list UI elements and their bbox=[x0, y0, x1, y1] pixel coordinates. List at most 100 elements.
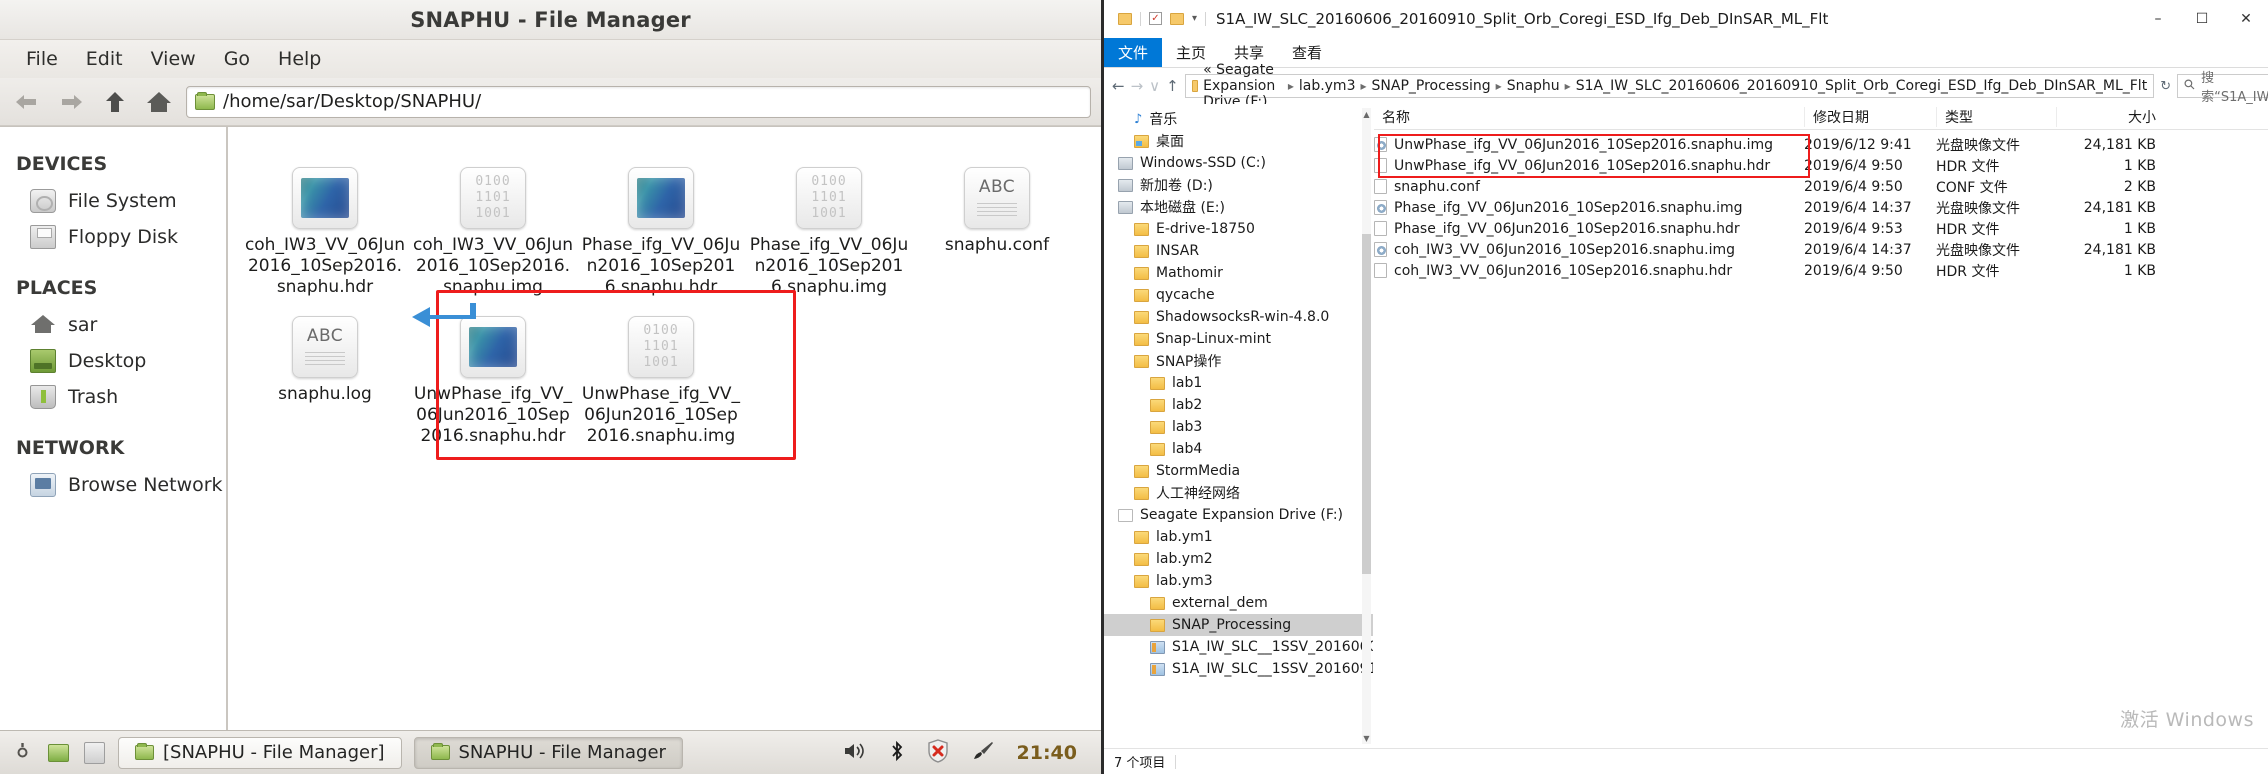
file-item[interactable]: 0100 1101 1001 Phase_ifg_VV_06Jun2016_10Se… bbox=[746, 153, 912, 298]
tree-node[interactable]: 人工神经网络 bbox=[1104, 482, 1373, 504]
sidebar-item-trash[interactable]: Trash bbox=[0, 379, 226, 415]
breadcrumb-item[interactable]: SNAP_Processing bbox=[1372, 78, 1491, 94]
up-icon[interactable] bbox=[98, 85, 132, 119]
properties-checkbox-icon[interactable]: ✓ bbox=[1149, 12, 1162, 25]
table-row[interactable]: coh_IW3_VV_06Jun2016_10Sep2016.snaphu.hd… bbox=[1374, 260, 2268, 281]
path-input[interactable]: /home/sar/Desktop/SNAPHU/ bbox=[186, 85, 1091, 118]
close-button[interactable]: ✕ bbox=[2224, 1, 2268, 37]
column-header-type[interactable]: 类型 bbox=[1936, 106, 2056, 127]
settings-gear-icon[interactable] bbox=[10, 741, 34, 765]
menu-file[interactable]: File bbox=[14, 45, 70, 73]
breadcrumb-item[interactable]: « Seagate Expansion Drive (F:) bbox=[1203, 62, 1283, 110]
menu-edit[interactable]: Edit bbox=[74, 45, 135, 73]
file-item[interactable]: 0100 1101 1001 coh_IW3_VV_06Jun2016_10Sep2… bbox=[410, 153, 576, 298]
linux-icon-view[interactable]: coh_IW3_VV_06Jun2016_10Sep2016.snaphu.hd… bbox=[228, 127, 1101, 730]
back-icon[interactable] bbox=[10, 85, 44, 119]
tree-node[interactable]: lab.ym1 bbox=[1104, 526, 1373, 548]
volume-icon[interactable] bbox=[843, 741, 867, 765]
menu-go[interactable]: Go bbox=[212, 45, 262, 73]
file-item[interactable]: ABC snaphu.conf bbox=[914, 153, 1080, 298]
file-item[interactable]: coh_IW3_VV_06Jun2016_10Sep2016.snaphu.hd… bbox=[242, 153, 408, 298]
tree-node[interactable]: lab4 bbox=[1104, 438, 1373, 460]
folder-icon[interactable] bbox=[1118, 12, 1132, 25]
taskbar-button-label: SNAPHU - File Manager bbox=[458, 742, 666, 763]
column-header-size[interactable]: 大小 bbox=[2056, 106, 2166, 127]
tree-node[interactable]: Mathomir bbox=[1104, 262, 1373, 284]
tree-node[interactable]: E-drive-18750 bbox=[1104, 218, 1373, 240]
sidebar-item-floppy-disk[interactable]: Floppy Disk bbox=[0, 219, 226, 255]
tree-node[interactable]: ♪ 音乐 bbox=[1104, 108, 1373, 130]
table-row[interactable]: UnwPhase_ifg_VV_06Jun2016_10Sep2016.snap… bbox=[1374, 155, 2268, 176]
home-icon[interactable] bbox=[142, 85, 176, 119]
scroll-down-icon[interactable]: ▼ bbox=[1362, 732, 1371, 744]
tree-node[interactable]: lab.ym2 bbox=[1104, 548, 1373, 570]
tree-node[interactable]: 新加卷 (D:) bbox=[1104, 174, 1373, 196]
sidebar-item-sar[interactable]: sar bbox=[0, 307, 226, 343]
tree-node[interactable]: external_dem bbox=[1104, 592, 1373, 614]
brush-icon[interactable] bbox=[971, 740, 995, 766]
tab-file[interactable]: 文件 bbox=[1104, 38, 1163, 67]
forward-icon[interactable] bbox=[54, 85, 88, 119]
tree-node[interactable]: StormMedia bbox=[1104, 460, 1373, 482]
search-input[interactable]: 搜索“S1A_IW_SL... bbox=[2177, 71, 2268, 105]
back-icon[interactable]: ← bbox=[1112, 75, 1125, 97]
file-item-selected[interactable]: 0100 1101 1001 UnwPhase_ifg_VV_06Jun2016_1… bbox=[578, 302, 744, 447]
file-item[interactable]: ABC snaphu.log bbox=[242, 302, 408, 447]
tree-node[interactable]: INSAR bbox=[1104, 240, 1373, 262]
column-header-name[interactable]: 名称 bbox=[1374, 107, 1804, 127]
forward-icon[interactable]: → bbox=[1131, 75, 1144, 97]
file-list-pane[interactable]: 名称 修改日期 类型 大小 UnwPhase_ifg_VV_06Jun2016_… bbox=[1374, 104, 2268, 748]
breadcrumb-item[interactable]: Snaphu bbox=[1507, 78, 1560, 94]
bluetooth-icon[interactable] bbox=[889, 740, 905, 766]
sidebar-item-desktop[interactable]: Desktop bbox=[0, 343, 226, 379]
new-folder-icon[interactable] bbox=[1170, 12, 1184, 25]
breadcrumb-item[interactable]: lab.ym3 bbox=[1299, 78, 1356, 94]
menu-view[interactable]: View bbox=[139, 45, 208, 73]
tree-node[interactable]: qycache bbox=[1104, 284, 1373, 306]
tree-node[interactable]: lab3 bbox=[1104, 416, 1373, 438]
search-icon bbox=[2184, 79, 2195, 94]
customize-caret-icon[interactable]: ▾ bbox=[1192, 13, 1197, 24]
terminal-launcher-icon[interactable] bbox=[82, 741, 106, 765]
tree-node[interactable]: lab2 bbox=[1104, 394, 1373, 416]
tree-node[interactable]: Windows-SSD (C:) bbox=[1104, 152, 1373, 174]
table-row[interactable]: UnwPhase_ifg_VV_06Jun2016_10Sep2016.snap… bbox=[1374, 134, 2268, 155]
tree-node[interactable]: S1A_IW_SLC__1SSV_20160910T12254 bbox=[1104, 658, 1373, 680]
tree-node[interactable]: SNAP操作 bbox=[1104, 350, 1373, 372]
scroll-up-icon[interactable]: ▲ bbox=[1362, 108, 1371, 120]
table-row[interactable]: snaphu.conf 2019/6/4 9:50 CONF 文件 2 KB bbox=[1374, 176, 2268, 197]
navigation-tree[interactable]: ▲ ▼ ♪ 音乐 桌面 Windows-SSD (C:) 新加卷 (D:) 本地磁盘 (E… bbox=[1104, 104, 1374, 748]
table-row[interactable]: Phase_ifg_VV_06Jun2016_10Sep2016.snaphu.… bbox=[1374, 197, 2268, 218]
file-item[interactable]: Phase_ifg_VV_06Jun2016_10Sep2016.snaphu.… bbox=[578, 153, 744, 298]
column-header-date[interactable]: 修改日期 bbox=[1804, 106, 1936, 127]
maximize-button[interactable]: ☐ bbox=[2180, 1, 2224, 37]
tree-scrollbar-thumb[interactable] bbox=[1362, 234, 1371, 574]
tree-node[interactable]: SNAP_Processing bbox=[1104, 614, 1373, 636]
sidebar-item-file-system[interactable]: File System bbox=[0, 183, 226, 219]
menu-help[interactable]: Help bbox=[266, 45, 333, 73]
sidebar-item-label: Floppy Disk bbox=[68, 226, 179, 248]
tree-node[interactable]: S1A_IW_SLC__1SSV_20160606T12253 bbox=[1104, 636, 1373, 658]
shield-warning-icon[interactable] bbox=[927, 738, 949, 767]
refresh-icon[interactable]: ↻ bbox=[2160, 76, 2171, 96]
tree-node[interactable]: Seagate Expansion Drive (F:) bbox=[1104, 504, 1373, 526]
tree-node[interactable]: 本地磁盘 (E:) bbox=[1104, 196, 1373, 218]
taskbar-button-window-2[interactable]: SNAPHU - File Manager bbox=[413, 736, 683, 769]
table-row[interactable]: coh_IW3_VV_06Jun2016_10Sep2016.snaphu.im… bbox=[1374, 239, 2268, 260]
tree-node[interactable]: Snap-Linux-mint bbox=[1104, 328, 1373, 350]
tree-node-label: E-drive-18750 bbox=[1156, 221, 1255, 237]
tree-node[interactable]: ShadowsocksR-win-4.8.0 bbox=[1104, 306, 1373, 328]
tab-view[interactable]: 查看 bbox=[1278, 38, 1336, 67]
breadcrumb-item[interactable]: S1A_IW_SLC_20160606_20160910_Split_Orb_C… bbox=[1576, 78, 2147, 94]
minimize-button[interactable]: – bbox=[2136, 1, 2180, 37]
taskbar-button-window-1[interactable]: [SNAPHU - File Manager] bbox=[118, 736, 402, 769]
tree-node[interactable]: lab1 bbox=[1104, 372, 1373, 394]
tree-node[interactable]: lab.ym3 bbox=[1104, 570, 1373, 592]
up-icon[interactable]: ↑ bbox=[1166, 75, 1179, 97]
sidebar-item-browse-network[interactable]: Browse Network bbox=[0, 467, 226, 503]
tree-node[interactable]: 桌面 bbox=[1104, 130, 1373, 152]
file-manager-launcher-icon[interactable] bbox=[46, 741, 70, 765]
recent-locations-icon[interactable]: ∨ bbox=[1149, 75, 1160, 97]
breadcrumb[interactable]: « Seagate Expansion Drive (F:) ▸ lab.ym3… bbox=[1184, 62, 2155, 110]
table-row[interactable]: Phase_ifg_VV_06Jun2016_10Sep2016.snaphu.… bbox=[1374, 218, 2268, 239]
